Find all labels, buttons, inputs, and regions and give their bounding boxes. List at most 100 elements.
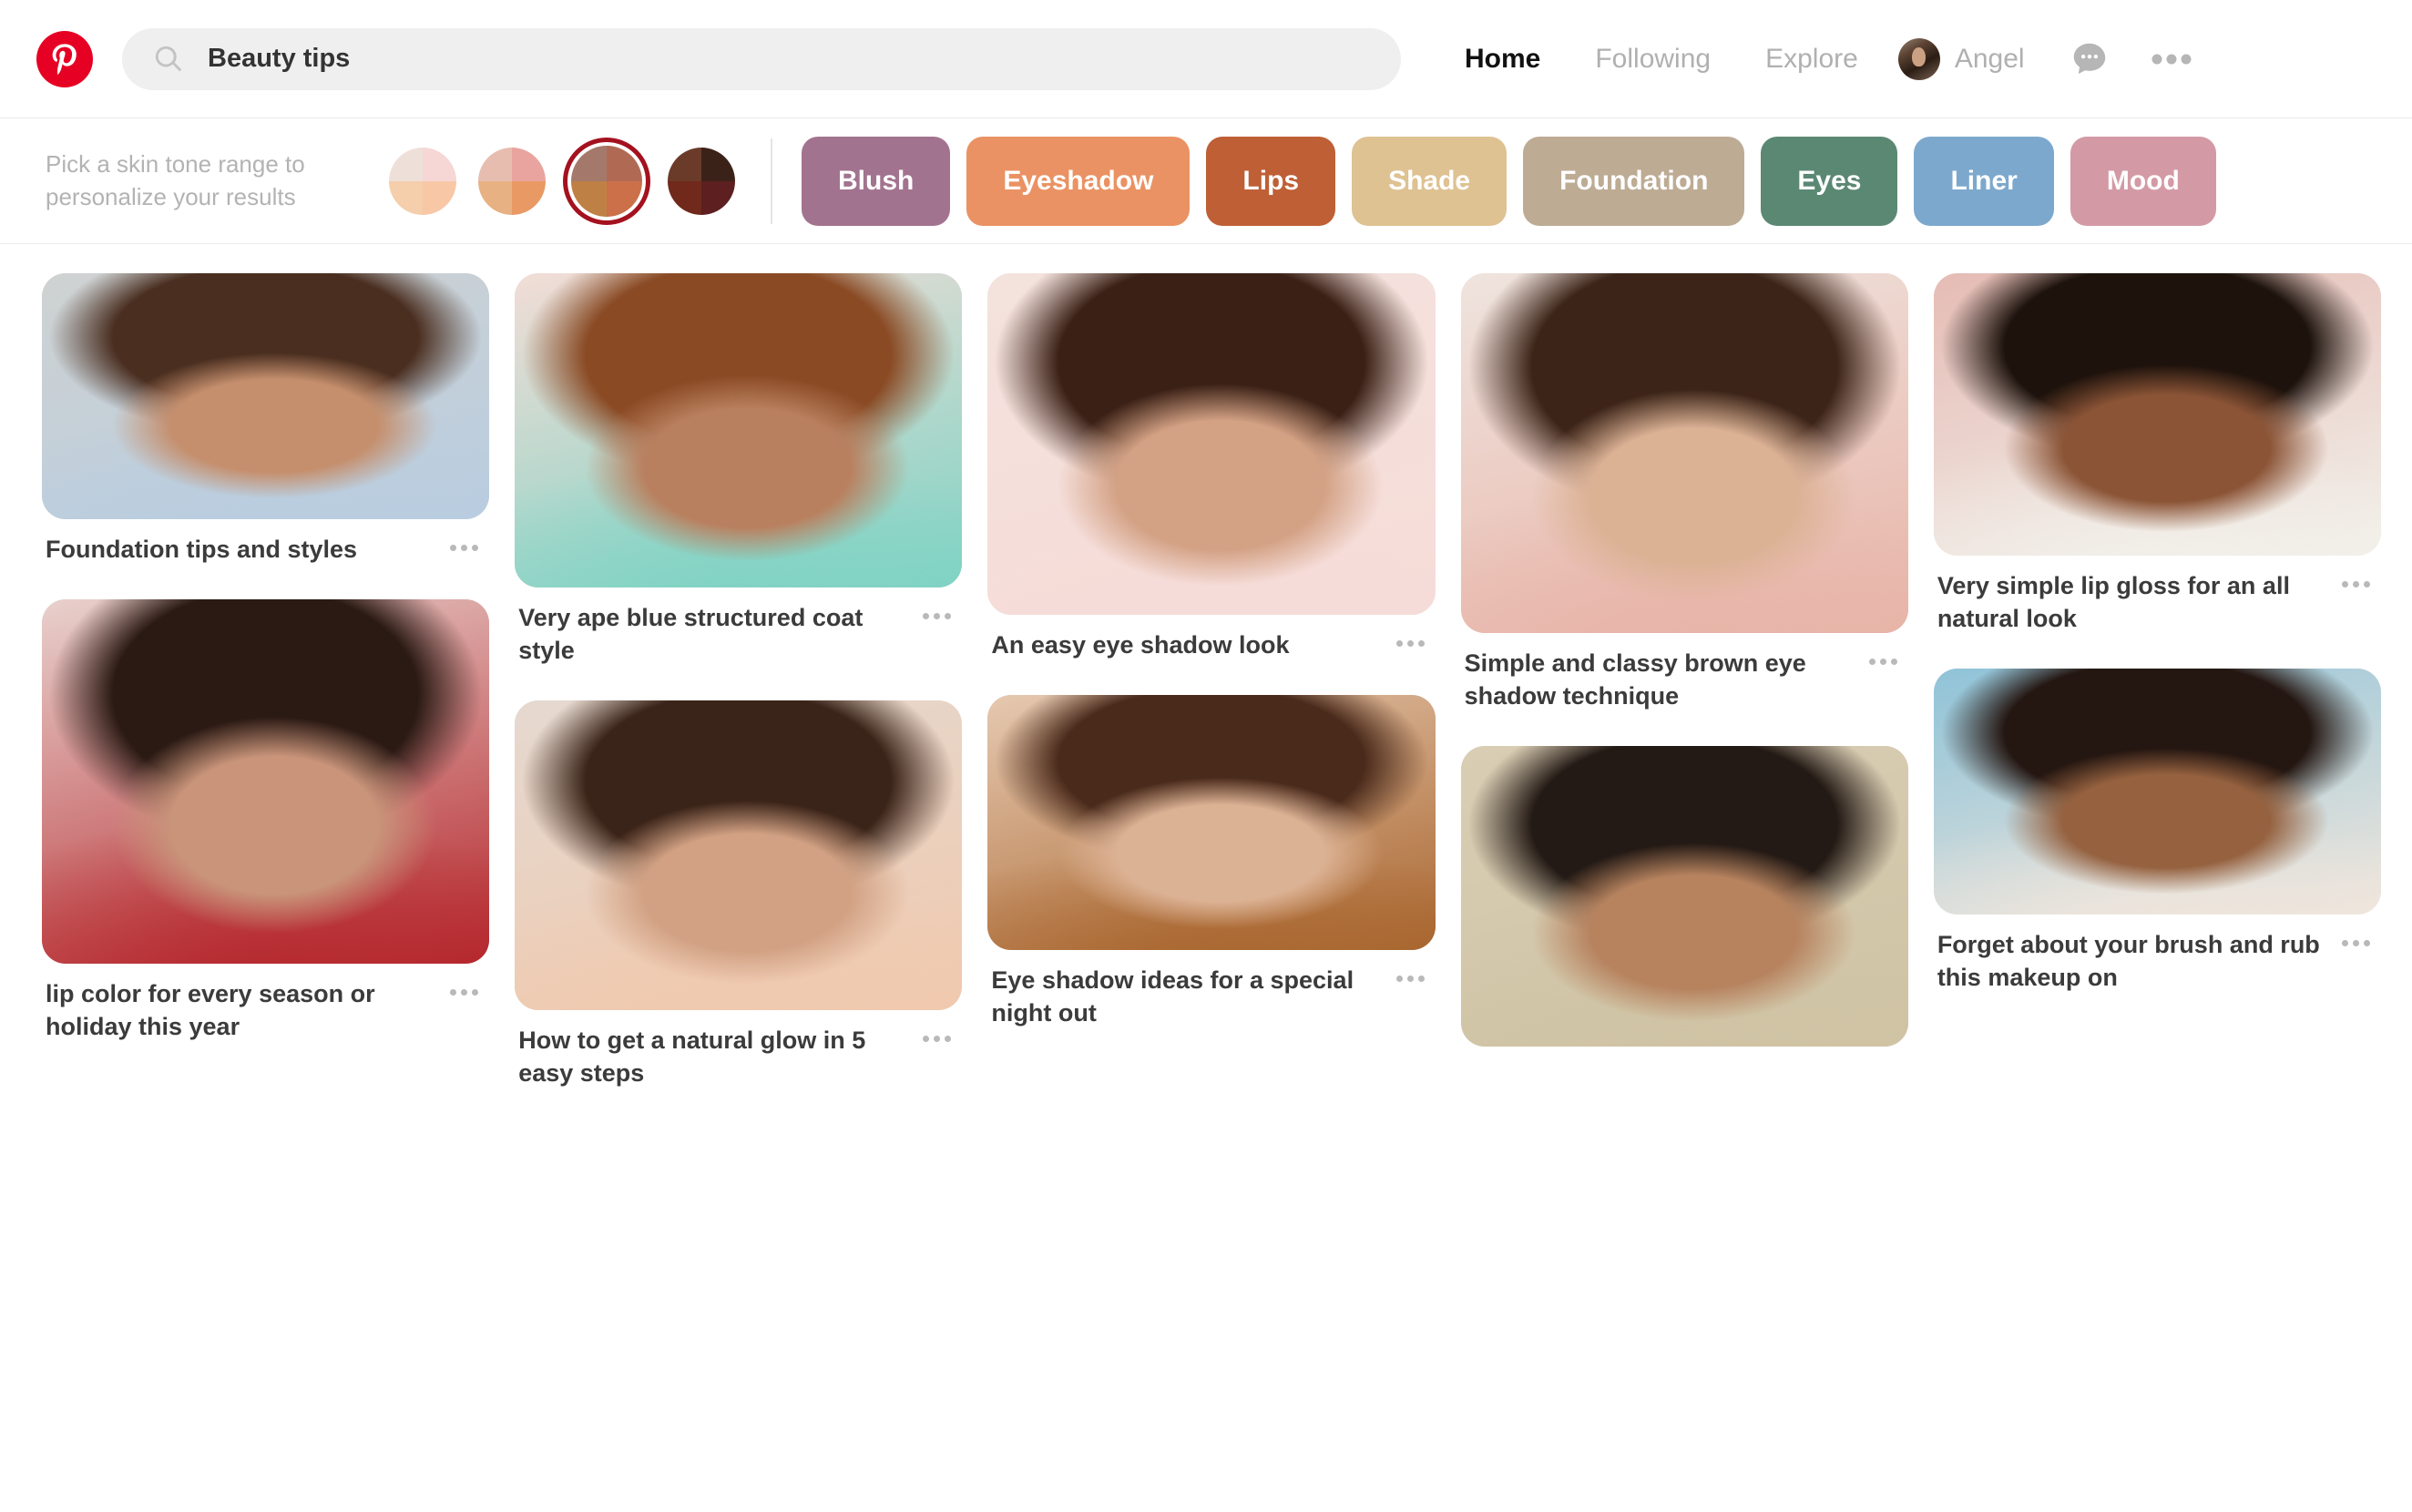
pin-meta: Foundation tips and styles bbox=[42, 519, 489, 567]
nav-following[interactable]: Following bbox=[1568, 44, 1738, 75]
pin-image-container[interactable] bbox=[987, 273, 1436, 615]
pin-card[interactable]: lip color for every season or holiday th… bbox=[42, 598, 490, 1044]
pin-meta: Very ape blue structured coat style bbox=[515, 587, 962, 668]
pin-image bbox=[1460, 273, 1908, 633]
pin-card[interactable]: Very simple lip gloss for an all natural… bbox=[1933, 273, 2382, 636]
skin-tone-1[interactable] bbox=[384, 143, 461, 220]
top-header: Home Following Explore Angel bbox=[0, 0, 2412, 118]
pin-image-container[interactable] bbox=[1933, 668, 2382, 914]
category-chip-list: Blush Eyeshadow Lips Shade Foundation Eyes Lin… bbox=[802, 136, 2216, 226]
pin-image bbox=[987, 694, 1436, 950]
pin-title: Simple and classy brown eye shadow techn… bbox=[1464, 649, 1806, 710]
pin-ellipsis-icon[interactable] bbox=[450, 978, 479, 996]
pin-image-container[interactable] bbox=[1933, 273, 2382, 556]
nav-explore[interactable]: Explore bbox=[1738, 44, 1886, 75]
pin-title: Very ape blue structured coat style bbox=[518, 604, 864, 664]
chip-liner[interactable]: Liner bbox=[1914, 136, 2054, 226]
chip-lips[interactable]: Lips bbox=[1206, 136, 1336, 226]
skin-tone-2[interactable] bbox=[474, 143, 550, 220]
pin-card[interactable]: Foundation tips and styles bbox=[42, 273, 490, 567]
skin-tone-3[interactable] bbox=[563, 137, 650, 225]
chip-blush[interactable]: Blush bbox=[802, 136, 951, 226]
pin-meta: Simple and classy brown eye shadow techn… bbox=[1461, 633, 1908, 713]
pin-card[interactable] bbox=[1460, 745, 1908, 1047]
pin-meta: lip color for every season or holiday th… bbox=[42, 964, 489, 1044]
pin-ellipsis-icon[interactable] bbox=[450, 534, 479, 551]
chip-eyes[interactable]: Eyes bbox=[1761, 136, 1898, 226]
pin-ellipsis-icon[interactable] bbox=[1395, 629, 1425, 647]
profile-name: Angel bbox=[1954, 43, 2025, 74]
pin-image-container[interactable] bbox=[987, 694, 1436, 950]
nav-home[interactable]: Home bbox=[1437, 44, 1568, 75]
pin-card[interactable]: An easy eye shadow look bbox=[987, 273, 1436, 662]
pin-image-container[interactable] bbox=[1460, 273, 1908, 633]
pin-ellipsis-icon[interactable] bbox=[1868, 648, 1897, 665]
pin-ellipsis-icon[interactable] bbox=[923, 602, 952, 619]
chip-label: Eyes bbox=[1797, 165, 1862, 196]
pin-meta: Forget about your brush and rub this mak… bbox=[1934, 914, 2381, 995]
messages-button[interactable] bbox=[2049, 38, 2131, 80]
pin-image bbox=[1460, 745, 1908, 1047]
main-nav: Home Following Explore Angel bbox=[1437, 37, 2213, 80]
pin-image-container[interactable] bbox=[42, 598, 490, 964]
pin-title: How to get a natural glow in 5 easy step… bbox=[518, 1026, 866, 1087]
filter-divider bbox=[771, 138, 772, 224]
pin-card[interactable]: How to get a natural glow in 5 easy step… bbox=[515, 700, 963, 1090]
pin-column-5: Very simple lip gloss for an all natural… bbox=[1933, 273, 2382, 1512]
pin-meta: Very simple lip gloss for an all natural… bbox=[1934, 556, 2381, 636]
pin-image-container[interactable] bbox=[1460, 745, 1908, 1047]
profile-menu[interactable]: Angel bbox=[1886, 37, 2049, 80]
search-bar[interactable] bbox=[122, 27, 1401, 90]
chip-label: Blush bbox=[838, 165, 915, 196]
pin-ellipsis-icon[interactable] bbox=[2342, 570, 2371, 587]
pin-title: Foundation tips and styles bbox=[46, 536, 358, 563]
pin-image-container[interactable] bbox=[515, 273, 963, 587]
chip-shade[interactable]: Shade bbox=[1352, 136, 1508, 226]
pin-card[interactable]: Eye shadow ideas for a special night out bbox=[987, 694, 1436, 1030]
chip-label: Mood bbox=[2106, 165, 2180, 196]
speech-bubble-icon bbox=[2073, 43, 2105, 74]
chip-label: Lips bbox=[1242, 165, 1300, 196]
pin-card[interactable]: Simple and classy brown eye shadow techn… bbox=[1460, 273, 1908, 713]
pin-ellipsis-icon[interactable] bbox=[923, 1025, 952, 1042]
chip-foundation[interactable]: Foundation bbox=[1523, 136, 1745, 226]
chip-label: Shade bbox=[1388, 165, 1471, 196]
skin-tone-4-quadrants bbox=[668, 147, 735, 215]
pin-meta: An easy eye shadow look bbox=[987, 615, 1435, 662]
pin-image-container[interactable] bbox=[42, 273, 490, 519]
pin-image-container[interactable] bbox=[515, 700, 963, 1010]
pin-image bbox=[1933, 668, 2382, 914]
skin-tone-prompt: Pick a skin tone range to personalize yo… bbox=[46, 150, 305, 210]
pin-grid: Foundation tips and styles lip color for … bbox=[0, 244, 2412, 1512]
pin-title: An easy eye shadow look bbox=[991, 631, 1290, 659]
pin-ellipsis-icon[interactable] bbox=[2342, 929, 2371, 946]
pin-column-3: An easy eye shadow look Eye shadow ideas … bbox=[987, 273, 1436, 1512]
pin-title: Very simple lip gloss for an all natural… bbox=[1937, 572, 2290, 632]
personalization-filter-bar: Pick a skin tone range to personalize yo… bbox=[0, 118, 2412, 244]
pinterest-logo-icon[interactable] bbox=[36, 30, 93, 87]
chip-eyeshadow[interactable]: Eyeshadow bbox=[966, 136, 1191, 226]
skin-tone-2-quadrants bbox=[478, 147, 546, 215]
pin-meta: How to get a natural glow in 5 easy step… bbox=[515, 1010, 962, 1090]
pin-title: Eye shadow ideas for a special night out bbox=[991, 965, 1354, 1027]
pin-column-1: Foundation tips and styles lip color for … bbox=[42, 273, 490, 1512]
chip-label: Eyeshadow bbox=[1003, 165, 1154, 196]
ellipsis-icon bbox=[2151, 54, 2192, 64]
chip-label: Liner bbox=[1950, 165, 2018, 196]
pin-image bbox=[515, 273, 963, 587]
pin-image bbox=[987, 273, 1436, 615]
skin-tone-3-quadrants bbox=[571, 145, 642, 217]
skin-tone-4[interactable] bbox=[663, 143, 740, 220]
pin-ellipsis-icon[interactable] bbox=[1395, 965, 1425, 982]
search-icon bbox=[153, 44, 184, 75]
pin-column-4: Simple and classy brown eye shadow techn… bbox=[1460, 273, 1908, 1512]
pin-image bbox=[515, 700, 963, 1010]
pin-image bbox=[42, 273, 490, 519]
pin-column-2: Very ape blue structured coat style How t… bbox=[515, 273, 963, 1512]
chip-mood[interactable]: Mood bbox=[2070, 136, 2216, 226]
pin-title: Forget about your brush and rub this mak… bbox=[1937, 930, 2320, 991]
pin-card[interactable]: Very ape blue structured coat style bbox=[515, 273, 963, 668]
pin-card[interactable]: Forget about your brush and rub this mak… bbox=[1933, 668, 2382, 995]
search-input[interactable] bbox=[208, 44, 1370, 74]
more-options-button[interactable] bbox=[2131, 52, 2213, 66]
